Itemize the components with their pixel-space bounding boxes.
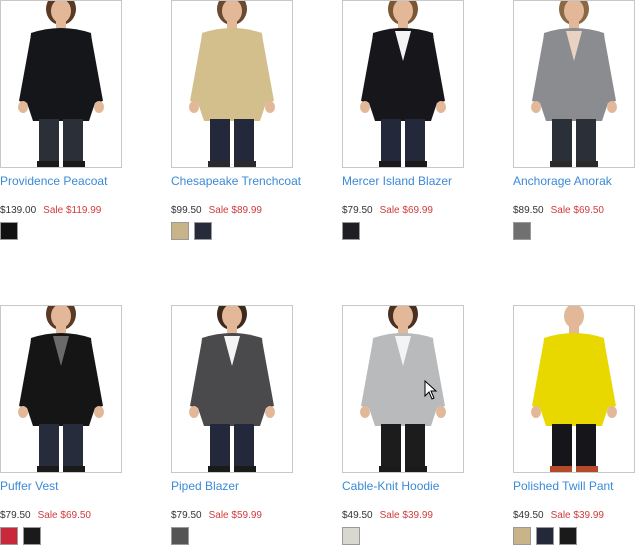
- product-prices: $79.50 Sale $59.99: [171, 510, 262, 521]
- regular-price: $89.50: [513, 205, 544, 216]
- product-prices: $49.50 Sale $39.99: [513, 510, 604, 521]
- color-swatch[interactable]: [23, 527, 41, 545]
- sale-price: Sale $39.99: [550, 510, 604, 521]
- color-swatch[interactable]: [559, 527, 577, 545]
- sale-price: Sale $89.99: [208, 205, 262, 216]
- regular-price: $49.50: [342, 510, 373, 521]
- product-image[interactable]: [0, 305, 122, 473]
- color-swatch[interactable]: [194, 222, 212, 240]
- sale-price: Sale $119.99: [43, 205, 102, 216]
- product-prices: $89.50 Sale $69.50: [513, 205, 604, 216]
- mouse-pointer-icon: [424, 380, 438, 400]
- product-image[interactable]: [0, 0, 122, 168]
- product-image[interactable]: [342, 0, 464, 168]
- sale-price: Sale $69.99: [379, 205, 433, 216]
- product-name-link[interactable]: Puffer Vest: [0, 479, 58, 493]
- product-image[interactable]: [171, 305, 293, 473]
- product-name-link[interactable]: Piped Blazer: [171, 479, 239, 493]
- color-swatches: [342, 222, 365, 240]
- sale-price: Sale $69.50: [37, 510, 91, 521]
- color-swatches: [0, 527, 46, 545]
- product-image[interactable]: [513, 0, 635, 168]
- regular-price: $79.50: [0, 510, 31, 521]
- product-name-link[interactable]: Providence Peacoat: [0, 174, 107, 188]
- product-prices: $79.50 Sale $69.99: [342, 205, 433, 216]
- color-swatch[interactable]: [171, 222, 189, 240]
- color-swatch[interactable]: [513, 527, 531, 545]
- regular-price: $139.00: [0, 205, 37, 216]
- product-name-link[interactable]: Polished Twill Pant: [513, 479, 614, 493]
- product-prices: $79.50 Sale $69.50: [0, 510, 91, 521]
- color-swatches: [513, 527, 582, 545]
- color-swatches: [0, 222, 23, 240]
- color-swatches: [171, 527, 194, 545]
- color-swatches: [513, 222, 536, 240]
- regular-price: $79.50: [342, 205, 373, 216]
- color-swatch[interactable]: [536, 527, 554, 545]
- product-name-link[interactable]: Mercer Island Blazer: [342, 174, 452, 188]
- product-prices: $49.50 Sale $39.99: [342, 510, 433, 521]
- color-swatch[interactable]: [0, 222, 18, 240]
- sale-price: Sale $39.99: [379, 510, 433, 521]
- color-swatch[interactable]: [171, 527, 189, 545]
- product-image[interactable]: [171, 0, 293, 168]
- color-swatch[interactable]: [342, 527, 360, 545]
- product-prices: $139.00 Sale $119.99: [0, 205, 101, 216]
- color-swatch[interactable]: [0, 527, 18, 545]
- color-swatches: [342, 527, 365, 545]
- regular-price: $79.50: [171, 510, 202, 521]
- product-image[interactable]: [342, 305, 464, 473]
- regular-price: $49.50: [513, 510, 544, 521]
- product-name-link[interactable]: Anchorage Anorak: [513, 174, 612, 188]
- product-image[interactable]: [513, 305, 635, 473]
- product-name-link[interactable]: Cable-Knit Hoodie: [342, 479, 439, 493]
- sale-price: Sale $69.50: [550, 205, 604, 216]
- product-prices: $99.50 Sale $89.99: [171, 205, 262, 216]
- regular-price: $99.50: [171, 205, 202, 216]
- color-swatches: [171, 222, 217, 240]
- color-swatch[interactable]: [342, 222, 360, 240]
- color-swatch[interactable]: [513, 222, 531, 240]
- sale-price: Sale $59.99: [208, 510, 262, 521]
- product-name-link[interactable]: Chesapeake Trenchcoat: [171, 174, 301, 188]
